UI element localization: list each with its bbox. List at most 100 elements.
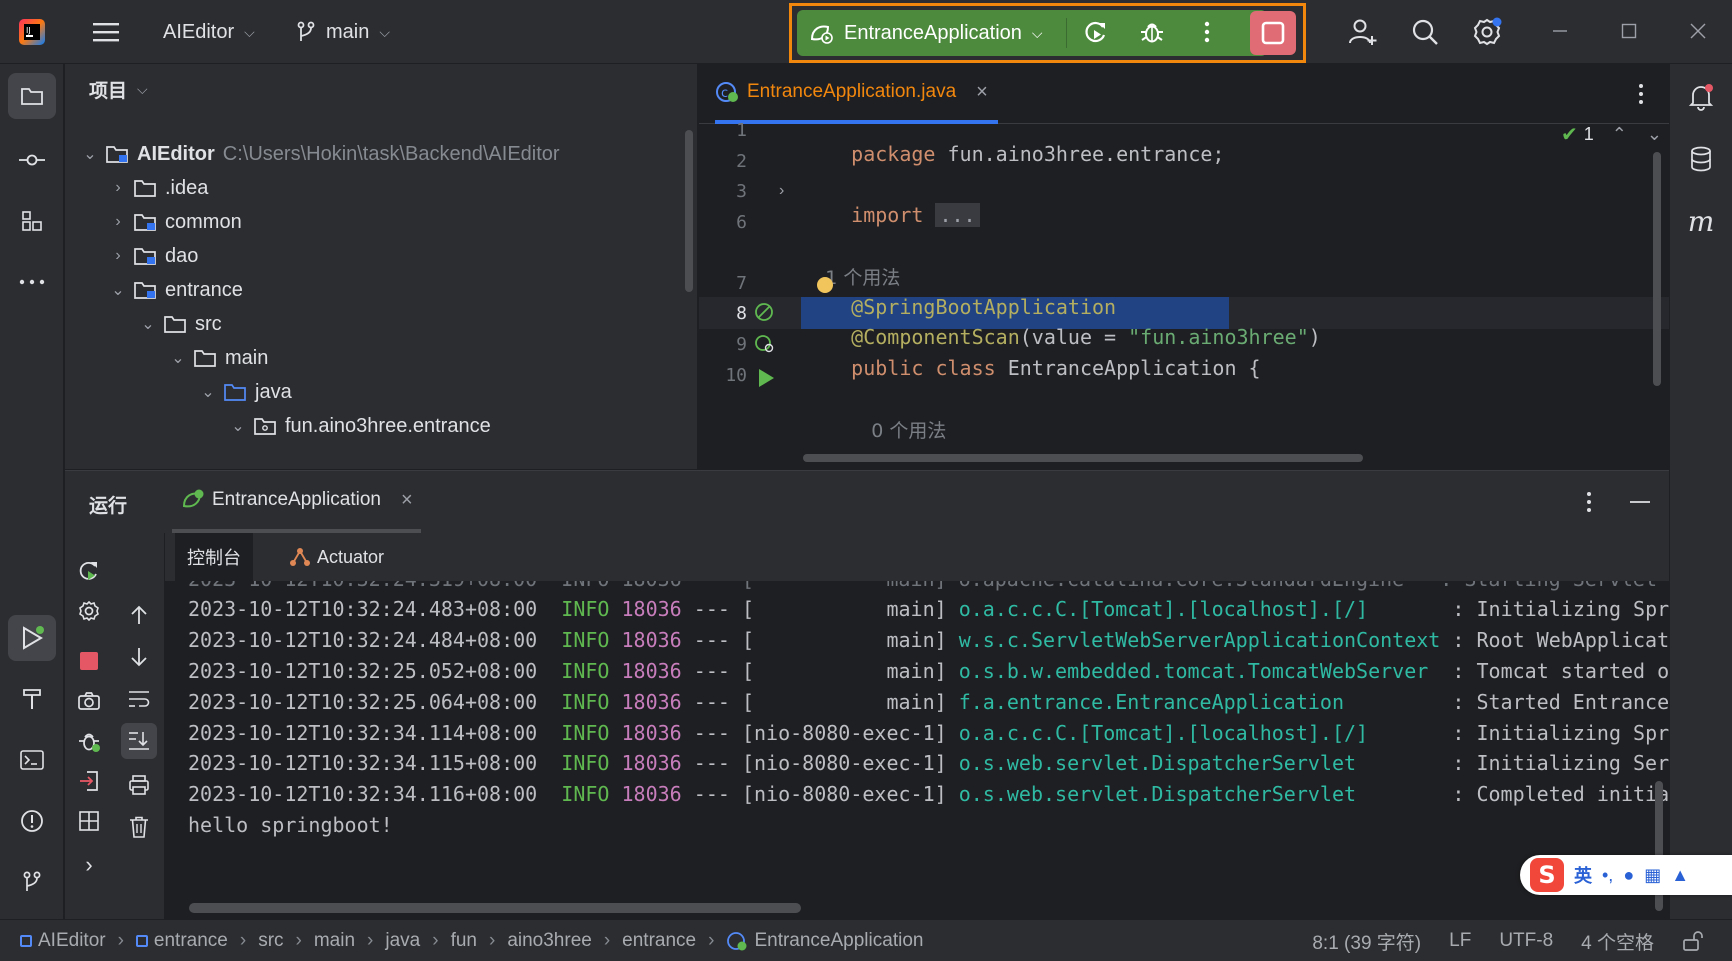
ime-toolbar[interactable]: S 英 •, ● ▦ ▲ <box>1520 855 1732 895</box>
chevron-down-icon[interactable]: ⌄ <box>1647 124 1662 145</box>
minimize-window-icon[interactable] <box>1545 16 1575 46</box>
rerun-icon[interactable] <box>1079 14 1113 50</box>
editor-tab-entrance-application[interactable]: c EntranceApplication.java × <box>715 64 998 124</box>
git-tool-button[interactable] <box>8 859 56 905</box>
tree-node-entrance[interactable]: ⌄ entrance <box>111 273 243 307</box>
spring-scan-gutter-icon[interactable] <box>753 331 777 357</box>
console-output[interactable]: 2023-10-12T10:32:24.319+08:00 INFO 18036… <box>165 581 1669 920</box>
breadcrumb-item[interactable]: fun <box>451 930 477 952</box>
camera-icon[interactable] <box>73 685 105 717</box>
close-tab-icon[interactable]: × <box>976 81 988 104</box>
project-tool-button[interactable] <box>8 73 56 119</box>
editor-horizontal-scrollbar[interactable] <box>803 454 1363 462</box>
search-icon[interactable] <box>1407 14 1443 50</box>
stop-button[interactable] <box>1250 11 1296 55</box>
skin-icon[interactable]: ▲ <box>1671 865 1689 886</box>
run-more-options-icon[interactable] <box>1577 487 1601 517</box>
print-icon[interactable] <box>123 769 155 801</box>
breadcrumb-item[interactable]: entrance <box>135 930 228 952</box>
tree-node-root[interactable]: ⌄ AIEditor C:\Users\Hokin\task\Backend\A… <box>83 137 559 171</box>
tree-node-main[interactable]: ⌄ main <box>171 341 268 375</box>
breadcrumb-item[interactable]: aino3hree <box>507 930 592 952</box>
chevron-down-icon: ⌄ <box>171 350 185 367</box>
notifications-bell-icon[interactable] <box>1678 74 1724 120</box>
tree-node-src[interactable]: ⌄ src <box>141 307 221 341</box>
subtab-console[interactable]: 控制台 <box>175 533 253 581</box>
more-vertical-icon[interactable] <box>1192 14 1222 50</box>
tree-node-common[interactable]: › common <box>111 205 241 239</box>
breadcrumb-item[interactable]: AIEditor <box>20 930 106 952</box>
git-branch-icon <box>297 21 315 41</box>
tree-node-package[interactable]: ⌄ fun.aino3hree.entrance <box>231 409 490 443</box>
debug-icon[interactable] <box>1135 14 1169 50</box>
run-gutter-icon[interactable] <box>755 366 777 390</box>
project-selector[interactable]: AIEditor ⌵ <box>163 0 255 64</box>
folded-imports[interactable]: ... <box>935 203 980 227</box>
line-separator[interactable]: LF <box>1449 930 1471 952</box>
intellij-logo-icon[interactable]: IJ <box>16 16 48 48</box>
log-message: : Initializing Ser <box>1452 751 1669 775</box>
indent-setting[interactable]: 4 个空格 <box>1581 928 1654 955</box>
chevron-right-icon[interactable]: › <box>73 849 105 881</box>
scroll-to-end-icon[interactable] <box>121 723 157 759</box>
keyboard-icon[interactable]: ▦ <box>1644 865 1661 886</box>
debug-icon[interactable] <box>73 725 105 757</box>
breadcrumb-item[interactable]: src <box>258 930 283 952</box>
lock-open-icon[interactable] <box>1682 930 1704 952</box>
more-tools-icon[interactable] <box>8 259 56 305</box>
breadcrumb-item[interactable]: java <box>385 930 420 952</box>
tree-node-dao[interactable]: › dao <box>111 239 198 273</box>
exit-icon[interactable] <box>73 765 105 797</box>
inspection-widget[interactable]: ✔ 1 ⌃ ⌄ <box>1561 122 1662 147</box>
tree-node-java[interactable]: ⌄ java <box>201 375 291 409</box>
breadcrumb-separator: › <box>295 929 302 951</box>
main-menu-icon[interactable] <box>90 16 122 48</box>
settings-gear-icon[interactable] <box>73 595 105 627</box>
run-tab-entrance-application[interactable]: EntranceApplication × <box>172 471 421 533</box>
tree-node-idea[interactable]: › .idea <box>111 171 208 205</box>
branch-selector[interactable]: main ⌵ <box>296 0 390 64</box>
add-user-icon[interactable] <box>1345 14 1381 50</box>
breadcrumb-item[interactable]: EntranceApplication <box>726 930 923 952</box>
arrow-down-icon[interactable] <box>123 641 155 673</box>
close-window-icon[interactable] <box>1683 16 1713 46</box>
rerun-icon[interactable] <box>73 555 105 587</box>
arrow-up-icon[interactable] <box>123 599 155 631</box>
breadcrumb-item[interactable]: main <box>314 930 355 952</box>
intention-bulb-icon[interactable] <box>817 277 833 293</box>
close-tab-icon[interactable]: × <box>401 489 413 512</box>
chevron-up-icon[interactable]: ⌃ <box>1612 124 1627 145</box>
punctuation-icon[interactable]: •, <box>1602 865 1613 886</box>
spring-bean-gutter-icon[interactable] <box>753 300 777 326</box>
database-icon[interactable] <box>1678 136 1724 182</box>
maximize-window-icon[interactable] <box>1614 16 1644 46</box>
build-tool-button[interactable] <box>8 676 56 722</box>
microphone-icon[interactable]: ● <box>1623 865 1634 886</box>
trash-icon[interactable] <box>123 811 155 843</box>
editor-more-options-icon[interactable] <box>1629 80 1653 108</box>
log-thread: [ main] <box>741 597 947 621</box>
console-horizontal-scrollbar[interactable] <box>189 903 801 913</box>
subtab-actuator[interactable]: Actuator <box>289 533 384 581</box>
terminal-tool-button[interactable] <box>8 737 56 783</box>
soft-wrap-icon[interactable] <box>123 683 155 715</box>
ime-mode-label[interactable]: 英 <box>1574 862 1592 888</box>
settings-gear-icon[interactable] <box>1468 12 1506 50</box>
stop-icon[interactable] <box>73 645 105 677</box>
run-tool-button[interactable] <box>8 615 56 661</box>
fold-chevron-icon[interactable]: › <box>779 182 784 200</box>
layout-icon[interactable] <box>73 805 105 837</box>
problems-tool-button[interactable] <box>8 798 56 844</box>
program-output: hello springboot! <box>188 813 393 837</box>
breadcrumb-item[interactable]: entrance <box>622 930 696 952</box>
run-config-selector[interactable]: EntranceApplication ⌵ <box>808 10 1043 56</box>
maven-icon[interactable]: m <box>1678 198 1724 244</box>
file-encoding[interactable]: UTF-8 <box>1499 930 1553 952</box>
editor-vertical-scrollbar[interactable] <box>1653 152 1661 386</box>
structure-tool-button[interactable] <box>8 198 56 244</box>
project-scrollbar[interactable] <box>685 130 693 292</box>
commit-tool-button[interactable] <box>8 137 56 183</box>
project-panel-header[interactable]: 项目 ⌵ <box>89 76 148 103</box>
cursor-position[interactable]: 8:1 (39 字符) <box>1312 928 1421 955</box>
hide-panel-icon[interactable] <box>1625 487 1655 517</box>
